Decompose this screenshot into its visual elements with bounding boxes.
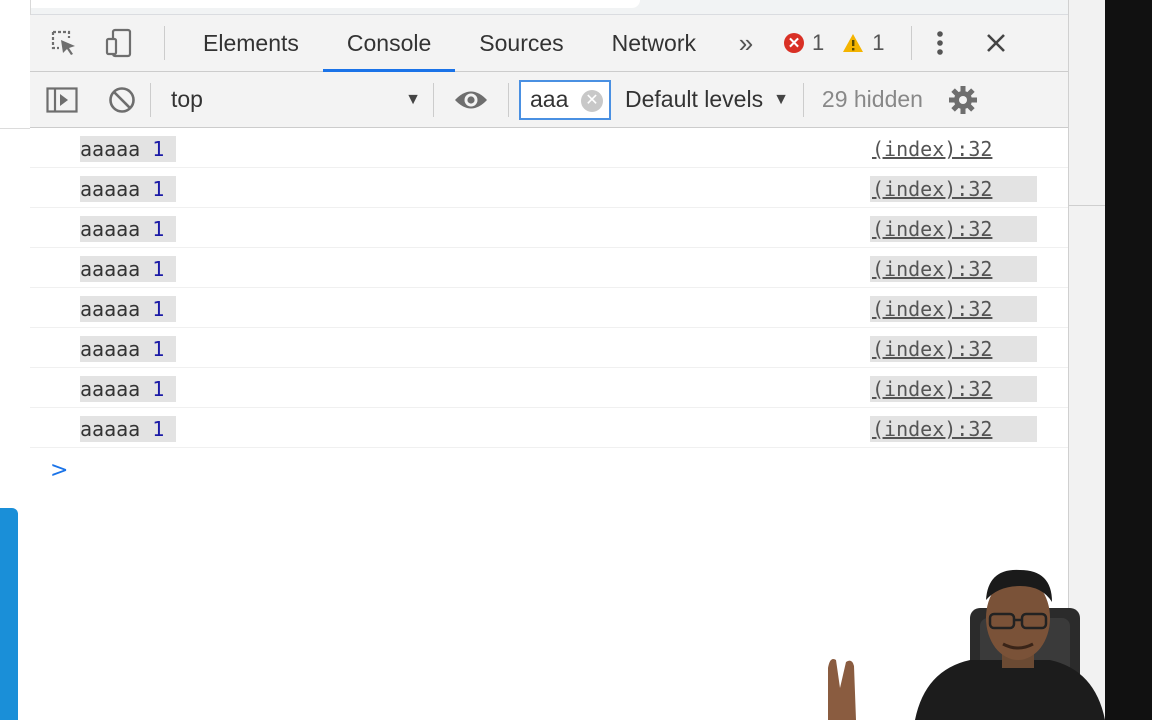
message-label: aaaaa [80,337,141,361]
message-value: 1 [152,337,165,361]
background-divider [1069,205,1105,206]
customize-menu-icon[interactable] [912,15,968,71]
message-label: aaaaa [80,377,141,401]
message-value: 1 [152,297,165,321]
clear-filter-icon[interactable]: ✕ [581,89,603,112]
source-link[interactable]: (index):32 [870,216,1037,242]
webcam-overlay [820,560,1120,720]
message-label: aaaaa [80,177,141,201]
log-levels-dropdown[interactable]: Default levels ▼ [611,86,803,113]
message-label: aaaaa [80,257,141,281]
warning-badge[interactable]: 1 [842,30,885,56]
message-value: 1 [152,417,165,441]
message-text: aaaaa 1 [80,136,177,162]
tab-sources[interactable]: Sources [455,15,587,71]
close-devtools-icon[interactable] [968,15,1024,71]
presenter-image [828,569,1105,720]
show-sidebar-icon[interactable] [30,72,94,127]
toolbar-divider [508,82,509,117]
message-value: 1 [152,257,165,281]
tab-console[interactable]: Console [322,15,456,72]
message-label: aaaaa [80,417,141,441]
console-settings-gear-icon[interactable] [941,72,985,127]
prompt-chevron-icon: > [50,457,69,483]
dropdown-arrow-icon: ▼ [405,90,421,108]
source-link[interactable]: (index):32 [870,136,1037,162]
page-side-tab[interactable] [0,508,18,720]
message-value: 1 [152,177,165,201]
console-message: aaaaa 1 (index):32 [30,328,1068,368]
filter-value: aaa [530,86,569,112]
tab-console-label: Console [346,29,432,56]
error-badge[interactable]: ✕ 1 [784,30,824,56]
error-count: 1 [812,30,825,55]
page-divider [0,128,30,129]
inspect-element-icon[interactable] [30,15,98,71]
message-label: aaaaa [80,137,141,161]
message-value: 1 [152,217,165,241]
message-value: 1 [152,137,165,161]
tab-network[interactable]: Network [588,15,720,71]
message-text: aaaaa 1 [80,296,177,322]
tab-elements[interactable]: Elements [179,15,323,71]
clear-console-icon[interactable] [94,72,150,127]
message-text: aaaaa 1 [80,256,177,282]
devtools-tabbar: Elements Console Sources Network » ✕ 1 1 [30,15,1068,72]
console-message: aaaaa 1 (index):32 [30,168,1068,208]
source-link[interactable]: (index):32 [870,416,1037,442]
console-prompt[interactable]: > [30,448,1068,492]
message-value: 1 [152,377,165,401]
console-message: aaaaa 1 (index):32 [30,248,1068,288]
error-icon: ✕ [784,33,804,53]
source-link[interactable]: (index):32 [870,256,1037,282]
context-selector[interactable]: top ▼ [151,72,433,127]
screen: Elements Console Sources Network » ✕ 1 1… [0,0,1152,720]
browser-top-bar [30,0,1068,15]
source-link[interactable]: (index):32 [870,336,1037,362]
message-text: aaaaa 1 [80,216,177,242]
source-link[interactable]: (index):32 [870,376,1037,402]
levels-arrow-icon: ▼ [773,90,789,108]
console-message: aaaaa 1 (index):32 [30,208,1068,248]
context-value: top [171,86,203,112]
warning-icon [843,34,864,52]
tab-network-label: Network [611,29,696,56]
more-tabs-button[interactable]: » [720,15,772,71]
toolbar-divider [164,26,165,60]
hidden-messages-count: 29 hidden [821,86,923,112]
console-toolbar: top ▼ aaa ✕ Default levels ▼ 29 hidden [30,72,1068,128]
more-tabs-chevron-icon: » [738,27,754,58]
source-link[interactable]: (index):32 [870,176,1037,202]
tab-sources-label: Sources [479,29,564,56]
message-label: aaaaa [80,297,141,321]
message-text: aaaaa 1 [80,336,177,362]
message-text: aaaaa 1 [80,416,177,442]
console-message: aaaaa 1 (index):32 [30,128,1068,168]
message-text: aaaaa 1 [80,376,177,402]
log-levels-label: Default levels [625,86,764,112]
console-messages: aaaaa 1 (index):32 aaaaa 1 (index):32 aa… [30,128,1068,492]
address-bar[interactable] [30,0,640,8]
console-message: aaaaa 1 (index):32 [30,368,1068,408]
device-toolbar-icon[interactable] [98,15,140,71]
warning-count: 1 [872,30,885,55]
tab-elements-label: Elements [203,29,299,56]
page-content-left [0,0,31,720]
message-text: aaaaa 1 [80,176,177,202]
live-expression-eye-icon[interactable] [434,72,508,127]
console-message: aaaaa 1 (index):32 [30,288,1068,328]
source-link[interactable]: (index):32 [870,296,1037,322]
console-message: aaaaa 1 (index):32 [30,408,1068,448]
message-label: aaaaa [80,217,141,241]
filter-input[interactable]: aaa ✕ [519,79,611,120]
